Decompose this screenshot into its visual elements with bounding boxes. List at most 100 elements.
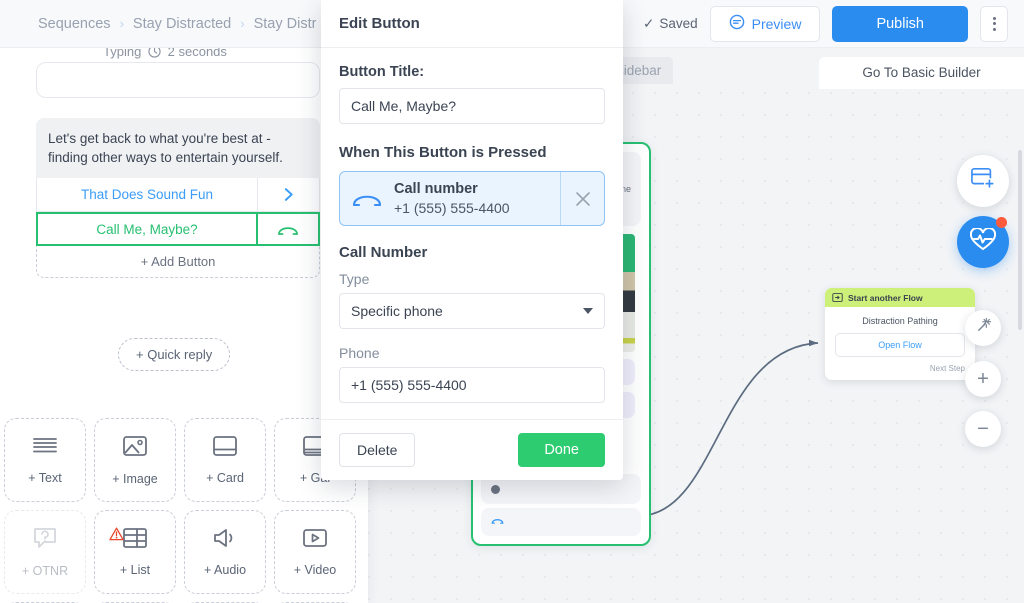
flow-card-button-row[interactable] <box>481 508 641 536</box>
tile-label: + Card <box>206 471 244 485</box>
header-actions: ✓ Saved Preview Publish <box>643 5 1008 42</box>
breadcrumb-item-current[interactable]: Stay Distr <box>254 16 317 32</box>
breadcrumb-separator: › <box>240 16 245 31</box>
modal-body: Button Title: When This Button is Presse… <box>321 48 623 419</box>
type-select[interactable]: Specific phone <box>339 293 605 329</box>
add-card-tile[interactable]: + Card <box>184 418 266 502</box>
phone-label: Phone <box>339 345 380 361</box>
action-name: Call number <box>394 181 478 197</box>
content-blocks-row: + Text + Image + Card + Gal <box>4 418 364 502</box>
kebab-dot <box>992 27 996 31</box>
canvas-scrollbar[interactable] <box>1018 150 1022 330</box>
flow-node-header: Start another Flow <box>825 288 975 307</box>
bubble-text: Let's get back to what you're best at - … <box>36 118 320 179</box>
modal-header: Edit Button <box>321 0 623 48</box>
tile-label: + Text <box>28 471 62 485</box>
connector-dot[interactable] <box>491 484 500 494</box>
kebab-dot <box>992 16 996 20</box>
add-otnr-tile[interactable]: + OTNR <box>4 510 86 594</box>
action-card-text: Call number +1 (555) 555-4400 <box>394 172 560 225</box>
add-text-tile[interactable]: + Text <box>4 418 86 502</box>
message-builder-panel: Typing 2 seconds Let's get back to what … <box>0 0 368 603</box>
check-icon: ✓ <box>643 15 655 31</box>
card-plus-icon <box>970 167 996 196</box>
more-options-button[interactable] <box>980 5 1008 42</box>
card-icon <box>212 435 238 462</box>
zoom-in-fab[interactable]: + <box>965 361 1001 397</box>
tile-label: + Audio <box>203 563 247 577</box>
edit-button-modal: Edit Button Button Title: When This Butt… <box>321 0 623 480</box>
saved-label: Saved <box>659 16 698 31</box>
breadcrumb-item-sequences[interactable]: Sequences <box>38 16 111 32</box>
preview-label: Preview <box>751 15 802 32</box>
add-video-tile[interactable]: + Video <box>274 510 356 594</box>
question-bubble-icon <box>32 526 58 555</box>
publish-label: Publish <box>876 15 924 32</box>
content-blocks-toolbar: + Text + Image + Card + Gal + OTNR + Lis… <box>4 418 364 603</box>
plus-icon: + <box>977 368 989 390</box>
action-card-call-number[interactable]: Call number +1 (555) 555-4400 <box>339 171 605 226</box>
magic-fab[interactable] <box>965 310 1001 346</box>
speaker-icon <box>212 527 238 554</box>
done-button[interactable]: Done <box>518 433 605 467</box>
heart-pulse-icon <box>969 226 997 257</box>
content-blocks-row: + OTNR + List + Audio + Video <box>4 510 364 594</box>
bubble-button-label: That Does Sound Fun <box>80 187 214 203</box>
flow-node-next-step-label: Next Step <box>929 364 965 373</box>
minus-icon: − <box>977 418 989 440</box>
publish-button[interactable]: Publish <box>832 5 968 42</box>
message-card-shell <box>36 62 320 98</box>
delete-button[interactable]: Delete <box>339 433 416 467</box>
warning-icon <box>109 527 124 546</box>
button-title-input[interactable] <box>339 88 605 124</box>
add-card-fab[interactable] <box>957 155 1009 207</box>
flow-node-subtitle: Distraction Pathing <box>862 316 938 326</box>
add-button[interactable]: + Add Button <box>36 246 320 279</box>
call-number-section-title: Call Number <box>339 244 428 261</box>
phone-icon[interactable] <box>256 214 318 245</box>
bubble-button-that-does-sound-fun[interactable]: That Does Sound Fun <box>36 178 320 213</box>
flow-icon <box>832 292 843 303</box>
video-play-icon <box>302 527 328 554</box>
notification-badge <box>996 217 1007 228</box>
breadcrumb-item-stay-distracted[interactable]: Stay Distracted <box>133 16 231 32</box>
modal-footer: Delete Done <box>321 419 623 480</box>
zoom-out-fab[interactable]: − <box>965 411 1001 447</box>
phone-icon <box>340 172 394 225</box>
tile-label: + Video <box>293 563 337 577</box>
type-selected-value: Specific phone <box>351 303 443 319</box>
add-list-tile[interactable]: + List <box>94 510 176 594</box>
close-icon[interactable] <box>560 172 604 225</box>
chat-bubble-icon <box>729 14 745 33</box>
tile-label: + List <box>119 563 151 577</box>
phone-icon <box>491 516 504 528</box>
tile-label: + Image <box>112 472 158 486</box>
open-flow-button[interactable]: Open Flow <box>835 333 965 357</box>
modal-title: Edit Button <box>339 15 420 32</box>
breadcrumb: Sequences › Stay Distracted › Stay Distr <box>38 16 316 32</box>
preview-button[interactable]: Preview <box>709 5 821 42</box>
button-title-label: Button Title: <box>339 64 425 80</box>
text-lines-icon <box>31 435 59 462</box>
flow-node-header-label: Start another Flow <box>848 292 923 303</box>
bubble-button-label: Call Me, Maybe? <box>96 221 198 237</box>
tab-go-to-basic-builder[interactable]: Go To Basic Builder <box>819 57 1024 89</box>
add-audio-tile[interactable]: + Audio <box>184 510 266 594</box>
phone-input[interactable] <box>339 367 605 403</box>
status-badge: ✓ Saved <box>643 16 698 32</box>
add-quick-reply-button[interactable]: + Quick reply <box>118 338 231 371</box>
tile-label: + OTNR <box>21 564 69 578</box>
image-icon <box>122 434 148 463</box>
bubble-button-call-me-maybe[interactable]: Call Me, Maybe? <box>36 212 320 247</box>
message-bubble[interactable]: Let's get back to what you're best at - … <box>36 118 320 279</box>
chevron-down-icon <box>583 308 593 314</box>
health-fab[interactable] <box>957 216 1009 268</box>
breadcrumb-separator: › <box>119 16 124 31</box>
chevron-right-icon[interactable] <box>257 178 319 212</box>
add-image-tile[interactable]: + Image <box>94 418 176 502</box>
action-value: +1 (555) 555-4400 <box>394 200 510 216</box>
flow-node-start-another-flow[interactable]: Start another Flow Distraction Pathing O… <box>825 288 975 380</box>
list-table-icon <box>122 527 148 554</box>
magic-wand-icon <box>975 317 992 339</box>
kebab-dot <box>992 22 996 25</box>
